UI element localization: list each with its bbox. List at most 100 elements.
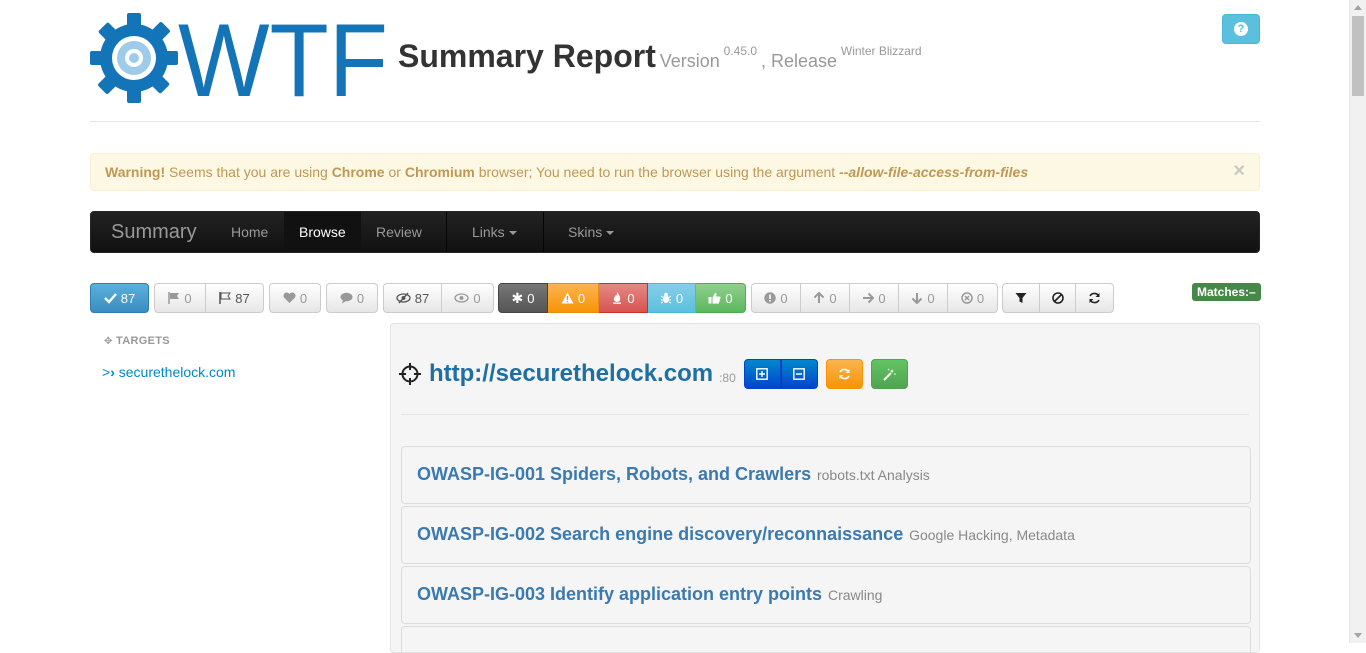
- comment-count: 0: [356, 290, 365, 306]
- eye-slash-icon: [396, 292, 411, 304]
- rank-high-button[interactable]: 0: [696, 283, 746, 313]
- comment-filter-button[interactable]: 0: [326, 283, 378, 313]
- alert-text: Seems that you are using: [165, 164, 332, 180]
- logo-text: WTF: [178, 13, 388, 103]
- target-url-link[interactable]: http://securethelock.com: [429, 360, 713, 388]
- test-title[interactable]: OWASP-IG-001 Spiders, Robots, and Crawle…: [417, 464, 811, 484]
- test-title[interactable]: OWASP-IG-002 Search engine discovery/rec…: [417, 524, 903, 544]
- version-label: Version: [659, 51, 720, 71]
- plugin-test-item[interactable]: OWASP-IG-001 Spiders, Robots, and Crawle…: [401, 446, 1251, 504]
- rank-info-button[interactable]: 0: [548, 283, 599, 313]
- test-title[interactable]: OWASP-IG-003 Identify application entry …: [417, 584, 822, 604]
- collapse-icon: [793, 368, 806, 380]
- sort-info-count: 0: [780, 290, 788, 306]
- seen-count: 0: [473, 290, 481, 306]
- plugin-test-item[interactable]: OWASP-IG-003 Identify application entry …: [401, 566, 1251, 624]
- sort-up-button[interactable]: 0: [801, 283, 850, 313]
- selected-group: 87: [90, 283, 149, 313]
- nav-skins-label: Skins: [568, 224, 603, 240]
- warning-icon: [561, 292, 574, 304]
- run-plugins-button[interactable]: [870, 359, 908, 389]
- nav-divider: [446, 212, 447, 252]
- test-description: Google Hacking, Metadata: [909, 527, 1075, 543]
- arrow-right-icon: [863, 292, 875, 304]
- plugin-test-item[interactable]: OWASP-IG-002 Search engine discovery/rec…: [401, 506, 1251, 564]
- question-icon: ?: [1234, 22, 1248, 36]
- sort-right-count: 0: [878, 290, 886, 306]
- collapse-all-button[interactable]: [780, 359, 818, 389]
- sort-up-count: 0: [829, 290, 837, 306]
- nav-browse[interactable]: Browse: [284, 212, 361, 252]
- times-circle-icon: [961, 292, 973, 304]
- filter-button[interactable]: [1002, 283, 1040, 313]
- report-title-block: Summary Report Version 0.45.0 , Release …: [398, 38, 922, 75]
- page-scrollbar[interactable]: [1349, 0, 1366, 643]
- navbar-brand[interactable]: Summary: [111, 221, 197, 244]
- browser-warning-alert: Warning! Seems that you are using Chrome…: [90, 153, 1260, 191]
- heart-filter-button[interactable]: 0: [269, 283, 321, 313]
- targets-heading-label: TARGETS: [116, 335, 170, 347]
- nav-home[interactable]: Home: [216, 212, 283, 252]
- unseen-count: 87: [414, 290, 430, 306]
- fire-icon: [613, 292, 622, 304]
- scroll-up-arrow[interactable]: [1354, 5, 1362, 10]
- caret-down-icon: [606, 231, 615, 236]
- nav-review[interactable]: Review: [361, 212, 437, 252]
- rank-group: ✱ 0 0 0 0 0: [498, 283, 746, 313]
- arrow-up-icon: [814, 292, 825, 303]
- seen-filter-button[interactable]: 0: [442, 283, 494, 313]
- rank-low-button[interactable]: 0: [599, 283, 648, 313]
- filter-icon: [1015, 293, 1027, 303]
- rank-unranked-button[interactable]: ✱ 0: [498, 283, 548, 313]
- nav-links-dropdown[interactable]: Links: [457, 212, 532, 252]
- clear-filter-button[interactable]: [1040, 283, 1076, 313]
- flag-filter-button[interactable]: 0: [154, 283, 206, 313]
- version-number: 0.45.0: [723, 44, 758, 58]
- target-port: :80: [719, 371, 736, 385]
- asterisk-icon: ✱: [511, 289, 524, 306]
- sort-cancel-button[interactable]: 0: [948, 283, 998, 313]
- plugin-test-item[interactable]: [401, 626, 1251, 652]
- sort-down-button[interactable]: 0: [899, 283, 948, 313]
- refresh-icon: [1089, 292, 1100, 304]
- caret-down-icon: [508, 231, 517, 236]
- sort-info-button[interactable]: 0: [751, 283, 801, 313]
- nav-links-label: Links: [472, 224, 505, 240]
- sort-right-button[interactable]: 0: [850, 283, 899, 313]
- refresh-button[interactable]: [1076, 283, 1114, 313]
- selected-count: 87: [120, 290, 136, 306]
- filter-toolbar: 87 0 87 0 0 87 0 ✱ 0 0 0 0 0 0 0 0 0 0 M…: [90, 283, 1261, 313]
- rank-unranked-count: 0: [527, 290, 535, 306]
- nav-skins-dropdown[interactable]: Skins: [553, 212, 629, 252]
- test-description: robots.txt Analysis: [816, 467, 930, 483]
- bug-icon: [660, 292, 672, 304]
- help-button[interactable]: ?: [1222, 14, 1260, 44]
- check-filter-button[interactable]: 87: [90, 283, 149, 313]
- check-icon: [103, 293, 117, 304]
- unseen-filter-button[interactable]: 87: [383, 283, 442, 313]
- rank-medium-button[interactable]: 0: [648, 283, 696, 313]
- heart-icon: [283, 292, 296, 303]
- navbar: Summary Home Browse Review Links Skins: [90, 211, 1260, 253]
- exclamation-circle-icon: [764, 292, 777, 304]
- crosshair-icon: [399, 363, 421, 385]
- sort-group: 0 0 0 0 0: [751, 283, 998, 313]
- refresh-target-button[interactable]: [825, 359, 863, 389]
- scroll-down-arrow[interactable]: [1354, 633, 1362, 638]
- flag-group: 0 87: [154, 283, 264, 313]
- rank-high-count: 0: [725, 290, 733, 306]
- alert-close-button[interactable]: ×: [1233, 160, 1245, 183]
- flag-outline-icon: [219, 292, 232, 304]
- unflagged-filter-button[interactable]: 87: [206, 283, 264, 313]
- rank-info-count: 0: [577, 290, 586, 306]
- sidebar-target-link[interactable]: >› securethelock.com: [102, 364, 235, 380]
- release-name: Winter Blizzard: [840, 44, 922, 58]
- target-header: http://securethelock.com :80: [399, 358, 908, 390]
- expand-icon: [756, 368, 769, 380]
- expand-all-button[interactable]: [743, 359, 781, 389]
- unflagged-count: 87: [235, 290, 250, 306]
- target-actions: [743, 359, 908, 389]
- scrollbar-thumb[interactable]: [1352, 16, 1364, 96]
- comment-icon: [340, 292, 353, 304]
- rank-medium-count: 0: [675, 290, 684, 306]
